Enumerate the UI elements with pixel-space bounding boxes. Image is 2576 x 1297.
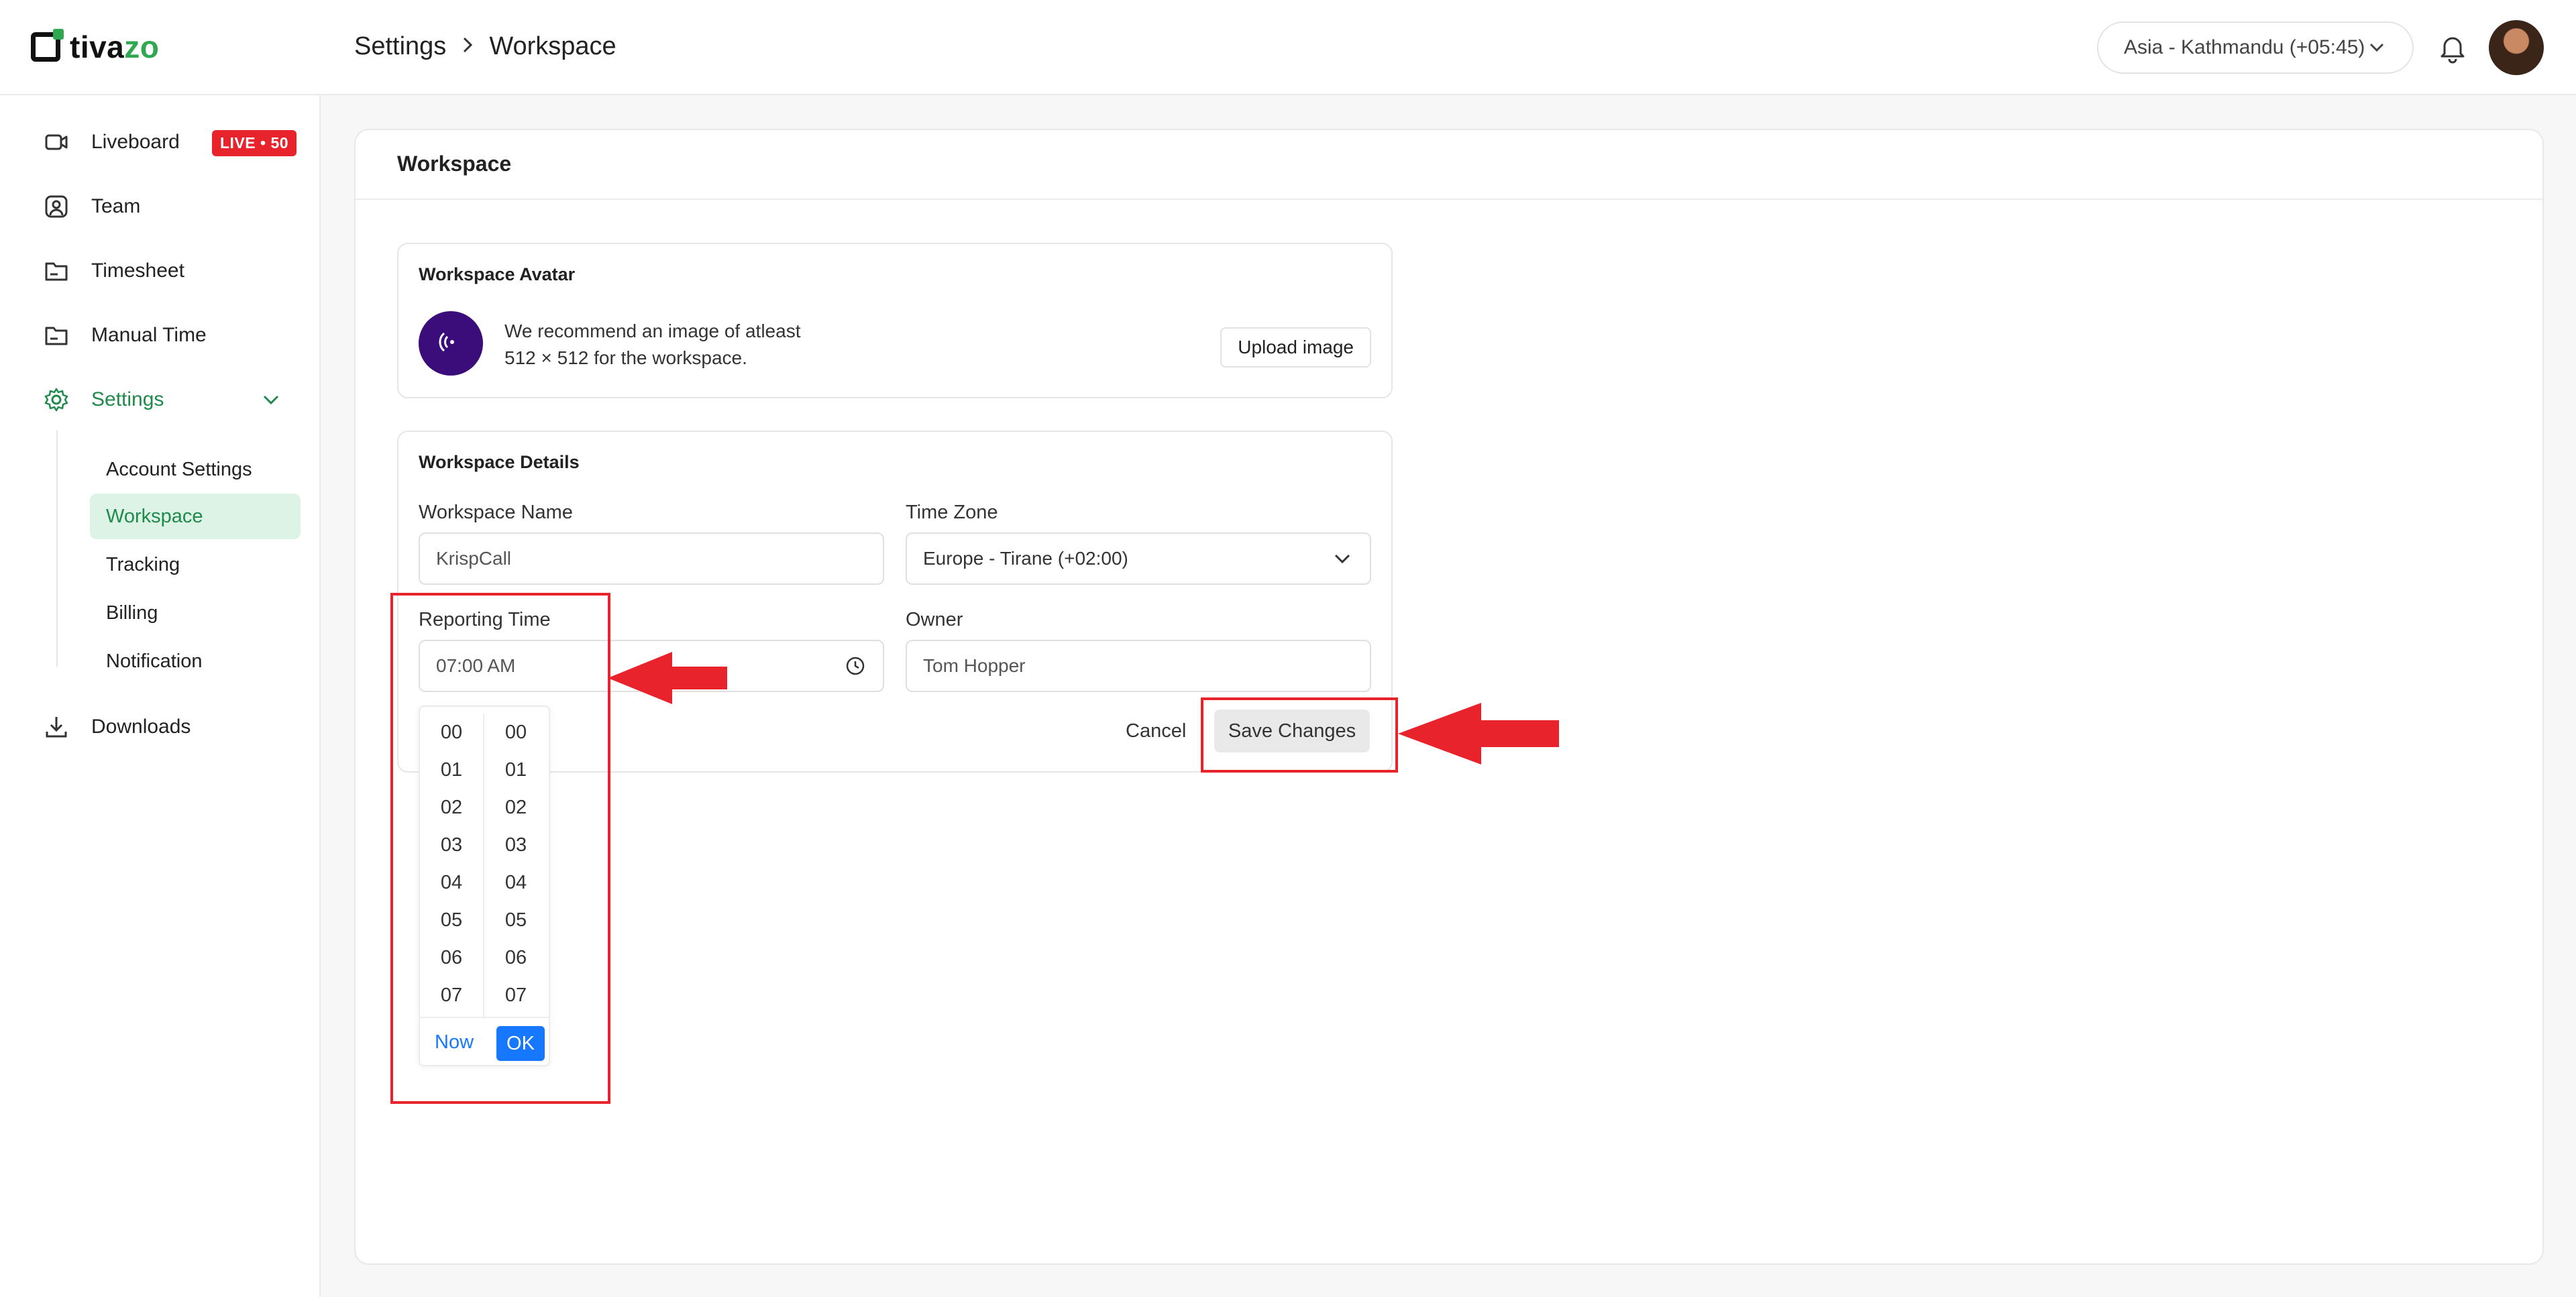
broadcast-icon xyxy=(436,327,466,360)
panel-title: Workspace Avatar xyxy=(419,264,576,284)
sidebar-item-label: Downloads xyxy=(91,716,191,738)
folder-icon xyxy=(43,322,70,349)
sidebar-item-manual-time[interactable]: Manual Time xyxy=(43,315,207,355)
workspace-name-input[interactable]: KrispCall xyxy=(419,532,884,585)
sidebar-item-label: Settings xyxy=(91,388,164,410)
gear-icon xyxy=(43,386,70,413)
timezone-select[interactable]: Asia - Kathmandu (+05:45) xyxy=(2097,21,2414,74)
live-count-badge: LIVE • 50 xyxy=(212,130,297,156)
workspace-avatar-panel: Workspace Avatar We recommend an image o… xyxy=(397,243,1393,398)
sidebar-item-label: Manual Time xyxy=(91,324,207,346)
top-header: tivazo Settings Workspace Asia - Kathman… xyxy=(0,0,2576,95)
panel-title: Workspace Details xyxy=(419,452,580,472)
sidebar-subitem-account-settings[interactable]: Account Settings xyxy=(90,447,301,492)
chevron-down-icon xyxy=(2367,38,2387,63)
sidebar-item-label: Liveboard xyxy=(91,131,180,153)
time-zone-label: Time Zone xyxy=(906,502,998,523)
cancel-button[interactable]: Cancel xyxy=(1126,720,1186,742)
avatar-recommendation-text: We recommend an image of atleast 512 × 5… xyxy=(504,321,801,368)
upload-image-button[interactable]: Upload image xyxy=(1220,327,1371,368)
logo-mark-icon xyxy=(31,29,64,62)
annotation-highlight-reporting-time xyxy=(390,593,610,1104)
tivazo-logo[interactable]: tivazo xyxy=(31,27,159,67)
submenu-guide-line xyxy=(56,431,58,667)
sidebar-subitem-tracking[interactable]: Tracking xyxy=(90,542,301,587)
chevron-down-icon xyxy=(1331,547,1354,575)
sidebar-item-timesheet[interactable]: Timesheet xyxy=(43,251,184,291)
annotation-arrow-icon xyxy=(608,652,727,704)
video-camera-icon xyxy=(43,129,70,156)
sidebar-item-settings[interactable]: Settings xyxy=(43,380,282,420)
breadcrumb: Settings Workspace xyxy=(354,32,616,61)
owner-input[interactable]: Tom Hopper xyxy=(906,640,1371,692)
divider xyxy=(356,199,2542,200)
user-icon xyxy=(43,193,70,220)
logo-text: tivazo xyxy=(70,30,160,64)
sidebar-item-downloads[interactable]: Downloads xyxy=(43,707,191,747)
folder-icon xyxy=(43,258,70,284)
clock-icon xyxy=(844,655,867,682)
breadcrumb-workspace: Workspace xyxy=(489,32,616,60)
breadcrumb-settings[interactable]: Settings xyxy=(354,32,446,61)
user-avatar[interactable] xyxy=(2489,20,2544,75)
sidebar-subitem-notification[interactable]: Notification xyxy=(90,638,301,684)
workspace-name-label: Workspace Name xyxy=(419,502,573,523)
sidebar: Liveboard LIVE • 50 Team Timesheet Manua… xyxy=(0,95,321,1297)
timezone-value: Asia - Kathmandu (+05:45) xyxy=(2124,36,2365,58)
annotation-arrow-icon xyxy=(1398,703,1559,765)
annotation-highlight-save-button xyxy=(1201,697,1398,773)
sidebar-subitem-workspace[interactable]: Workspace xyxy=(90,494,301,539)
page-title: Workspace xyxy=(397,152,512,176)
time-zone-select[interactable]: Europe - Tirane (+02:00) xyxy=(906,532,1371,585)
sidebar-subitem-billing[interactable]: Billing xyxy=(90,590,301,636)
workspace-avatar xyxy=(419,311,483,376)
chevron-right-icon xyxy=(461,32,474,61)
owner-label: Owner xyxy=(906,609,963,630)
bell-icon[interactable] xyxy=(2434,30,2471,67)
sidebar-item-team[interactable]: Team xyxy=(43,186,140,227)
chevron-down-icon xyxy=(260,389,282,416)
sidebar-item-liveboard[interactable]: Liveboard xyxy=(43,122,180,162)
download-icon xyxy=(43,714,70,740)
sidebar-item-label: Timesheet xyxy=(91,260,184,282)
sidebar-item-label: Team xyxy=(91,195,141,217)
